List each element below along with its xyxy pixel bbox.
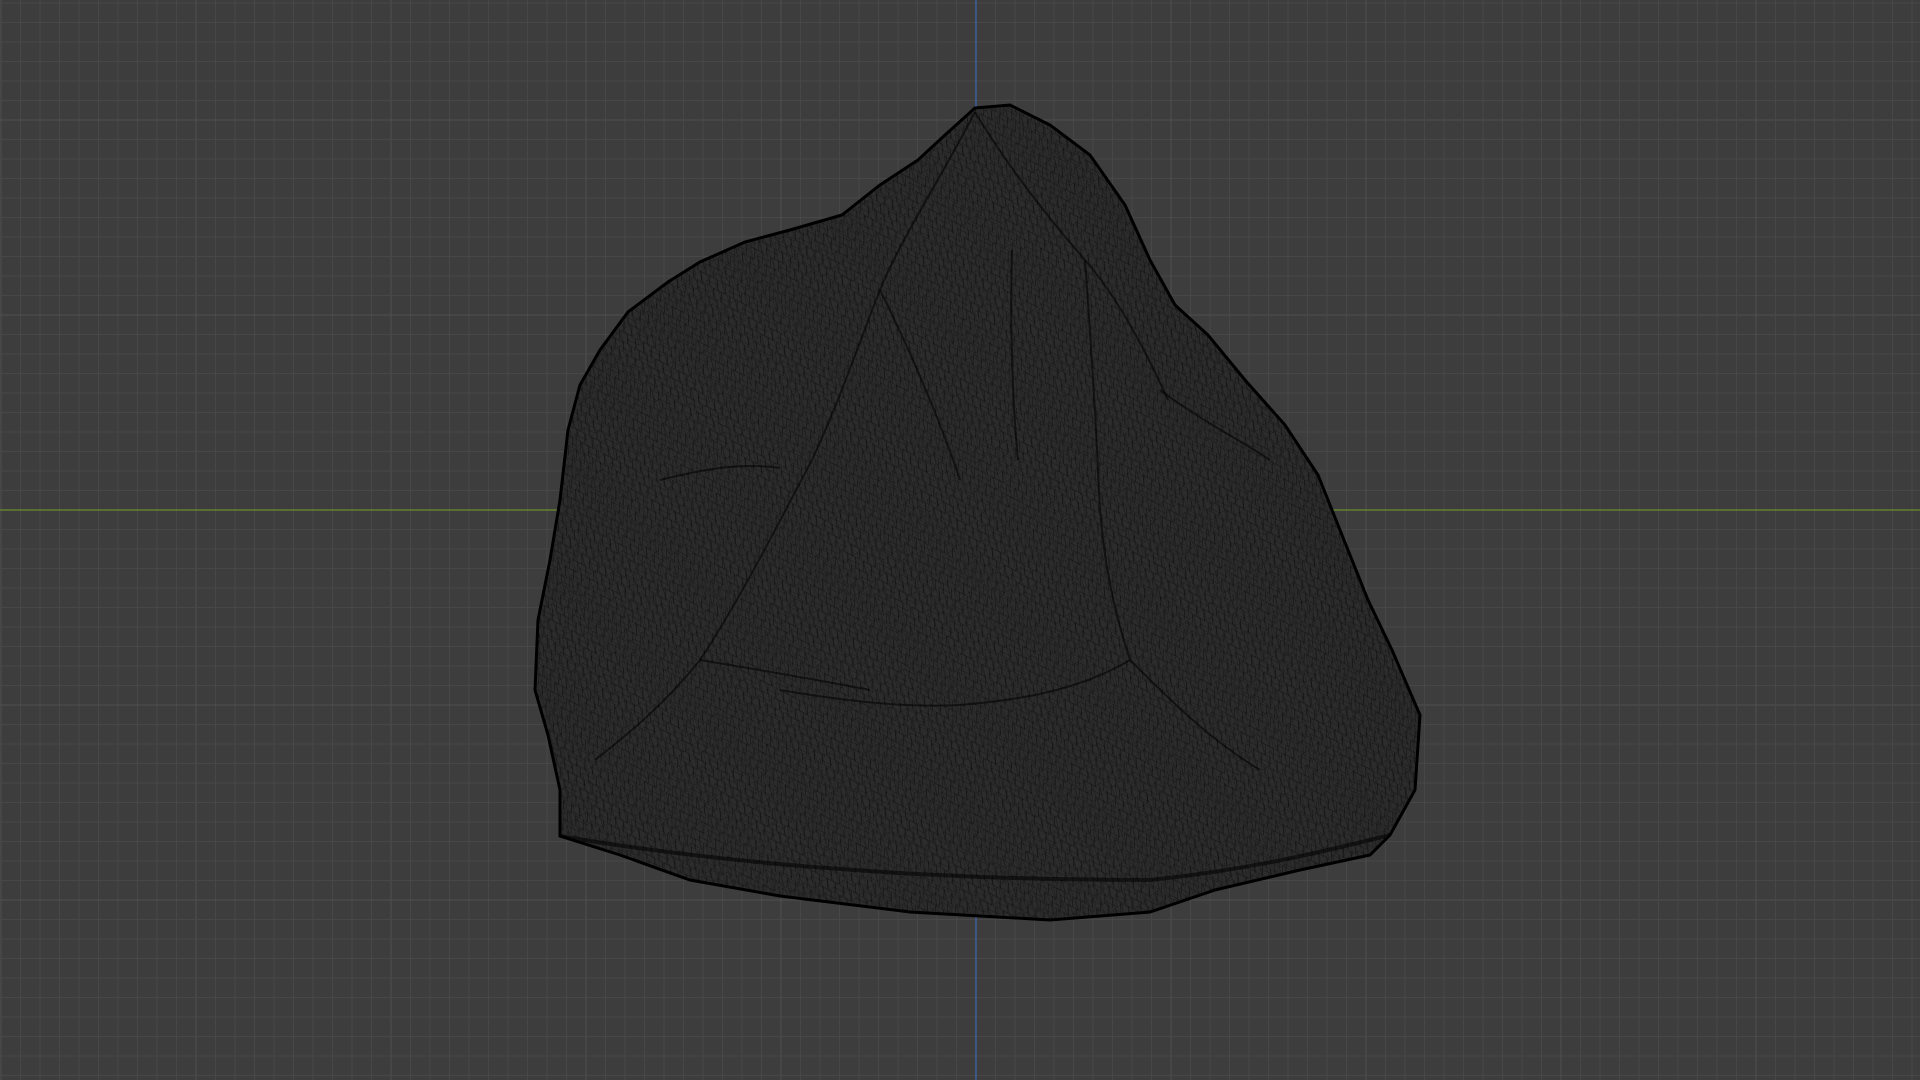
viewport-canvas[interactable]	[0, 0, 1920, 1080]
rock-mesh[interactable]	[520, 95, 1422, 935]
rock-wireframe	[535, 105, 1420, 920]
3d-viewport[interactable]	[0, 0, 1920, 1080]
